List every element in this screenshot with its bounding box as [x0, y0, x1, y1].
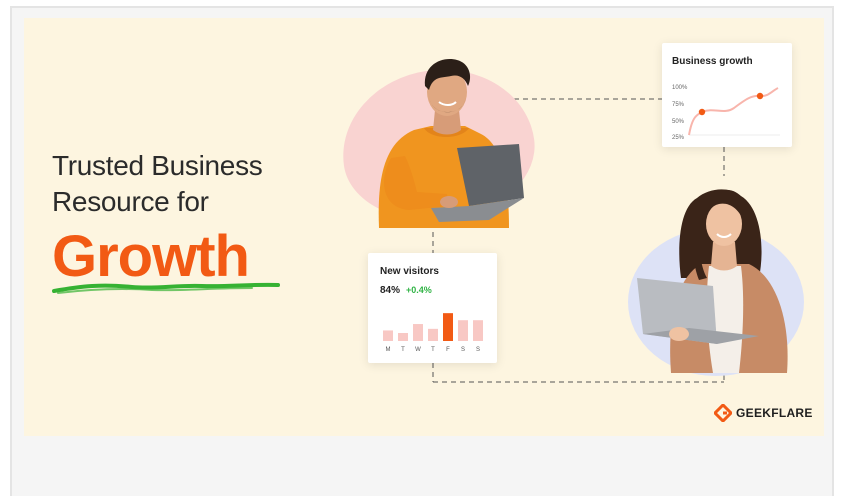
day-label: M: [386, 347, 391, 353]
visitor-bar: [383, 330, 393, 341]
day-label: S: [476, 347, 480, 353]
green-underline-squiggle: [52, 282, 280, 294]
visitor-bar: [428, 328, 438, 341]
y-tick-label: 100%: [672, 85, 688, 91]
geekflare-logo-icon: [714, 404, 732, 422]
new-visitors-card: New visitors 84% +0.4% MTWTFSS: [368, 253, 497, 363]
brand-name: GEEKFLARE: [736, 406, 813, 420]
business-growth-chart: 100% 75% 50% 25%: [672, 85, 780, 141]
visitor-bar: [473, 320, 483, 341]
headline-line-2: Resource for: [52, 186, 209, 217]
headline: Trusted Business Resource for: [52, 148, 263, 220]
day-label: S: [461, 347, 465, 353]
day-label: T: [401, 347, 405, 353]
business-growth-card: Business growth 100% 75% 50% 25%: [662, 43, 792, 147]
man-with-laptop-illustration: [378, 59, 524, 228]
day-label: F: [446, 347, 450, 353]
woman-with-laptop-illustration: [637, 189, 788, 373]
visitor-bar: [443, 313, 453, 341]
visitor-bar: [398, 333, 408, 341]
y-tick-label: 75%: [672, 102, 685, 108]
geekflare-logo: GEEKFLARE: [714, 404, 813, 422]
y-tick-label: 50%: [672, 119, 685, 125]
day-label: W: [415, 347, 421, 353]
growth-point: [698, 108, 706, 116]
y-tick-label: 25%: [672, 135, 685, 141]
day-label: T: [431, 347, 435, 353]
visitor-bar: [413, 324, 423, 341]
headline-line-1: Trusted Business: [52, 150, 263, 181]
hero-banner: Trusted Business Resource for Growth Bus…: [24, 18, 824, 436]
new-visitors-bar-chart: MTWTFSS: [383, 313, 483, 353]
visitor-bar: [458, 320, 468, 341]
growth-point: [756, 92, 764, 100]
